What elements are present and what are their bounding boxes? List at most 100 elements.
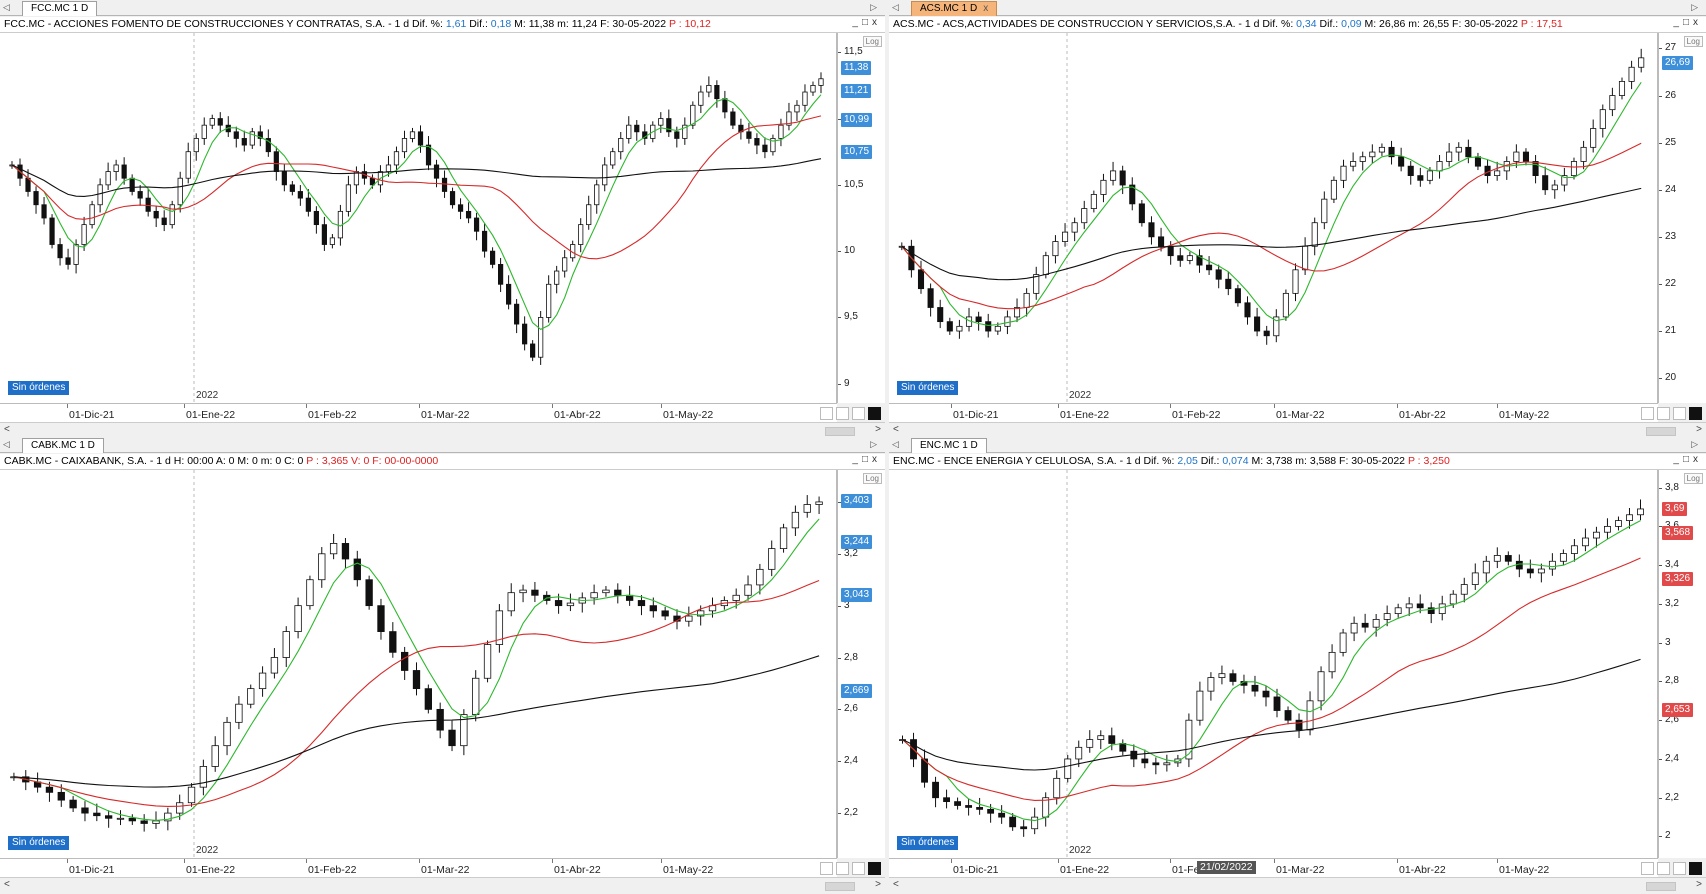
- scroll-thumb[interactable]: [1646, 882, 1676, 891]
- log-scale-button[interactable]: Log: [1683, 36, 1703, 47]
- scroll-right-icon[interactable]: >: [875, 879, 881, 890]
- tab-scroll-left-icon[interactable]: ◁: [3, 439, 10, 450]
- no-orders-badge[interactable]: Sin órdenes: [8, 381, 70, 395]
- minimize-icon[interactable]: _: [852, 17, 862, 28]
- log-scale-button[interactable]: Log: [1683, 473, 1703, 484]
- candle: [1455, 142, 1462, 162]
- tab-cabk[interactable]: CABK.MC 1 D: [22, 438, 104, 453]
- price-axis[interactable]: Log11,51110,5109,5911,3811,2110,9910,75: [837, 33, 885, 403]
- candle: [1615, 516, 1622, 531]
- minimize-icon[interactable]: _: [1673, 454, 1683, 465]
- crosshair-icon[interactable]: [820, 406, 833, 420]
- no-orders-badge[interactable]: Sin órdenes: [897, 381, 959, 395]
- candle: [57, 238, 63, 266]
- tab-enc[interactable]: ENC.MC 1 D: [911, 438, 987, 453]
- scroll-left-icon[interactable]: <: [4, 879, 10, 890]
- scroll-thumb[interactable]: [1646, 427, 1676, 436]
- tab-scroll-right-icon[interactable]: ▷: [870, 2, 877, 13]
- minimize-icon[interactable]: _: [1673, 17, 1683, 28]
- y-tick-mark: [1659, 283, 1662, 285]
- close-icon[interactable]: x: [872, 17, 881, 28]
- tab-close-icon[interactable]: x: [983, 3, 988, 14]
- candle: [791, 505, 800, 536]
- save-icon[interactable]: [836, 861, 849, 875]
- close-icon[interactable]: x: [872, 454, 881, 465]
- log-scale-button[interactable]: Log: [862, 36, 882, 47]
- x-tick-label: 01-Feb-22: [1172, 409, 1221, 421]
- candle: [329, 234, 335, 249]
- pin-icon[interactable]: [1673, 861, 1686, 875]
- pin-icon[interactable]: [1673, 406, 1686, 420]
- price-axis[interactable]: Log3,43,232,82,62,42,23,4033,2443,0432,6…: [837, 470, 885, 858]
- y-tick-mark: [1659, 95, 1662, 97]
- date-axis[interactable]: 01-Dic-2101-Ene-2201-Feb-2201-Mar-2201-A…: [0, 858, 837, 877]
- scroll-left-icon[interactable]: <: [893, 424, 899, 435]
- tab-scroll-right-icon[interactable]: ▷: [1691, 439, 1698, 450]
- tab-acs[interactable]: ACS.MC 1 D x: [911, 1, 998, 16]
- scroll-thumb[interactable]: [825, 882, 855, 891]
- price-chart[interactable]: Sin órdenes 2022: [889, 33, 1658, 403]
- color-box-icon[interactable]: [1689, 406, 1702, 420]
- tab-fcc[interactable]: FCC.MC 1 D: [22, 1, 98, 16]
- tab-scroll-left-icon[interactable]: ◁: [3, 2, 10, 13]
- scroll-right-icon[interactable]: >: [1696, 879, 1702, 890]
- color-box-icon[interactable]: [868, 861, 881, 875]
- crosshair-icon[interactable]: [820, 861, 833, 875]
- chart-title: FCC.MC - ACCIONES FOMENTO DE CONSTRUCCIO…: [0, 17, 885, 33]
- save-icon[interactable]: [1657, 406, 1670, 420]
- x-tick-mark: [1274, 404, 1275, 408]
- chart-title: ENC.MC - ENCE ENERGIA Y CELULOSA, S.A. -…: [889, 454, 1706, 470]
- close-icon[interactable]: x: [1693, 17, 1702, 28]
- log-scale-button[interactable]: Log: [862, 473, 882, 484]
- date-axis[interactable]: 01-Dic-2101-Ene-2201-Feb-2201-Mar-2201-A…: [889, 858, 1658, 877]
- crosshair-icon[interactable]: [1641, 406, 1654, 420]
- date-axis[interactable]: 01-Dic-2101-Ene-2201-Feb-2201-Mar-2201-A…: [0, 403, 837, 422]
- scroll-right-icon[interactable]: >: [1696, 424, 1702, 435]
- close-icon[interactable]: x: [1693, 454, 1702, 465]
- tab-scroll-right-icon[interactable]: ▷: [870, 439, 877, 450]
- candle: [318, 547, 326, 588]
- candle: [1350, 152, 1357, 172]
- candle: [1618, 77, 1626, 100]
- y-tick-mark: [1659, 189, 1662, 191]
- candle: [105, 162, 111, 191]
- tab-scroll-left-icon[interactable]: ◁: [892, 439, 899, 450]
- maximize-icon[interactable]: □: [1683, 17, 1693, 28]
- horizontal-scrollbar[interactable]: < >: [889, 422, 1706, 438]
- maximize-icon[interactable]: □: [862, 454, 872, 465]
- color-box-icon[interactable]: [1689, 861, 1702, 875]
- maximize-icon[interactable]: □: [1683, 454, 1693, 465]
- scroll-left-icon[interactable]: <: [4, 424, 10, 435]
- tab-scroll-right-icon[interactable]: ▷: [1691, 2, 1698, 13]
- horizontal-scrollbar[interactable]: < >: [0, 422, 885, 438]
- price-axis[interactable]: Log 27 26 25 24 23 22 21 20 26,69: [1658, 33, 1706, 403]
- x-tick-label: 01-Mar-22: [421, 409, 470, 421]
- save-icon[interactable]: [1657, 861, 1670, 875]
- no-orders-badge[interactable]: Sin órdenes: [8, 836, 70, 850]
- horizontal-scrollbar[interactable]: < >: [0, 877, 885, 893]
- save-icon[interactable]: [836, 406, 849, 420]
- candle: [153, 206, 159, 228]
- color-box-icon[interactable]: [868, 406, 881, 420]
- ma-short-line: [902, 520, 1641, 822]
- tab-scroll-left-icon[interactable]: ◁: [892, 2, 899, 13]
- no-orders-badge[interactable]: Sin órdenes: [897, 836, 959, 850]
- maximize-icon[interactable]: □: [862, 17, 872, 28]
- scroll-right-icon[interactable]: >: [875, 424, 881, 435]
- candle: [1482, 555, 1490, 583]
- price-chart[interactable]: Sin órdenes 2022: [0, 470, 837, 858]
- crosshair-icon[interactable]: [1641, 861, 1654, 875]
- scroll-left-icon[interactable]: <: [893, 879, 899, 890]
- minimize-icon[interactable]: _: [852, 454, 862, 465]
- price-tag: 2,669: [841, 684, 873, 699]
- pin-icon[interactable]: [852, 406, 865, 420]
- scroll-thumb[interactable]: [825, 427, 855, 436]
- tab-label: FCC.MC 1 D: [31, 3, 89, 14]
- price-axis[interactable]: Log3,83,63,43,232,82,62,42,223,693,5683,…: [1658, 470, 1706, 858]
- pin-icon[interactable]: [852, 861, 865, 875]
- candlestick-svg: [898, 33, 1645, 403]
- date-axis[interactable]: 01-Dic-2101-Ene-2201-Feb-2201-Mar-2201-A…: [889, 403, 1658, 422]
- horizontal-scrollbar[interactable]: < >: [889, 877, 1706, 893]
- price-chart[interactable]: Sin órdenes 2022: [0, 33, 837, 403]
- price-chart[interactable]: Sin órdenes 2022: [889, 470, 1658, 858]
